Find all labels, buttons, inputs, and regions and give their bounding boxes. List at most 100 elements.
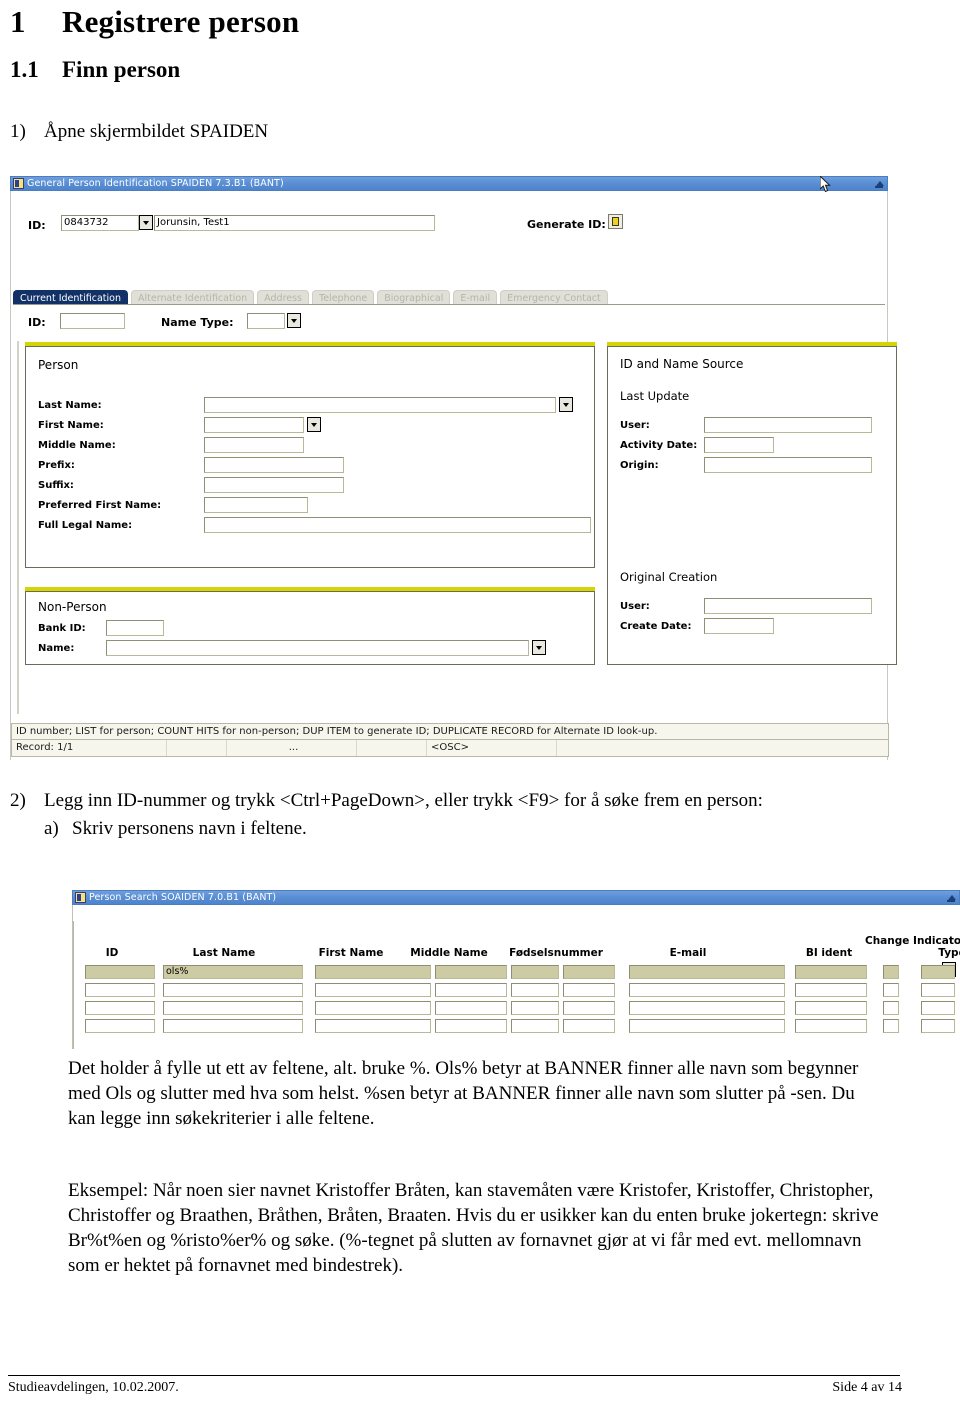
cell-fodselsnummer-b[interactable] — [563, 1001, 615, 1015]
cell-id[interactable] — [85, 965, 155, 979]
status-row: Record: 1/1 ... <OSC> — [11, 740, 889, 757]
status-cell-osc: <OSC> — [427, 740, 557, 756]
cell-last-name[interactable]: ols% — [163, 965, 303, 979]
spaiden-key-block: ID: 0843732 Jorunsin, Test1 Generate ID: — [11, 191, 887, 253]
banner-app-icon — [13, 178, 24, 189]
cell-bi-ident[interactable] — [795, 1019, 867, 1033]
minimize-icon[interactable] — [874, 179, 884, 189]
cell-bi-ident[interactable] — [795, 1001, 867, 1015]
cell-middle-name[interactable] — [435, 1001, 507, 1015]
key-id-input[interactable]: 0843732 — [61, 215, 139, 231]
nonperson-name-input[interactable] — [106, 640, 529, 656]
name-type-input[interactable] — [247, 313, 285, 329]
cell-type[interactable] — [921, 965, 955, 979]
first-name-label: First Name: — [38, 420, 104, 431]
tab-field-row: ID: Name Type: — [11, 311, 887, 339]
cell-change-indicator[interactable] — [883, 1019, 899, 1033]
activity-date-input[interactable] — [704, 437, 774, 453]
cell-middle-name[interactable] — [435, 1019, 507, 1033]
nonperson-name-lov-icon[interactable] — [532, 640, 546, 655]
cell-change-indicator[interactable] — [883, 965, 899, 979]
cell-fodselsnummer-a[interactable] — [511, 965, 559, 979]
spaiden-tab-strip[interactable]: Current Identification Alternate Identif… — [13, 289, 611, 305]
suffix-input[interactable] — [204, 477, 344, 493]
cell-fodselsnummer-a[interactable] — [511, 1019, 559, 1033]
creation-user-input[interactable] — [704, 598, 872, 614]
step-1-number: 1) — [10, 121, 26, 142]
cell-email[interactable] — [629, 1019, 785, 1033]
origin-input[interactable] — [704, 457, 872, 473]
cell-fodselsnummer-a[interactable] — [511, 983, 559, 997]
cell-fodselsnummer-a[interactable] — [511, 1001, 559, 1015]
tab-current-identification[interactable]: Current Identification — [13, 290, 128, 305]
prefix-input[interactable] — [204, 457, 344, 473]
cell-type[interactable] — [921, 1001, 955, 1015]
cell-bi-ident[interactable] — [795, 965, 867, 979]
cell-type[interactable] — [921, 1019, 955, 1033]
cell-first-name[interactable] — [315, 1019, 431, 1033]
spaiden-titlebar[interactable]: General Person Identification SPAIDEN 7.… — [10, 176, 888, 191]
cell-fodselsnummer-b[interactable] — [563, 983, 615, 997]
nonperson-name-label: Name: — [38, 643, 75, 654]
cell-id[interactable] — [85, 1001, 155, 1015]
cell-last-name[interactable] — [163, 1019, 303, 1033]
spaiden-window[interactable]: General Person Identification SPAIDEN 7.… — [10, 176, 897, 760]
tab-telephone[interactable]: Telephone — [312, 290, 375, 305]
soaiden-titlebar[interactable]: Person Search SOAIDEN 7.0.B1 (BANT) — [72, 890, 960, 905]
cell-change-indicator[interactable] — [883, 1001, 899, 1015]
tab-biographical[interactable]: Biographical — [377, 290, 451, 305]
cell-first-name[interactable] — [315, 965, 431, 979]
cell-id[interactable] — [85, 983, 155, 997]
cell-middle-name[interactable] — [435, 965, 507, 979]
spaiden-canvas: Person Last Name: First Name: Middle Nam… — [17, 341, 897, 714]
cell-id[interactable] — [85, 1019, 155, 1033]
source-group-title: ID and Name Source — [620, 357, 744, 371]
name-type-lov-icon[interactable] — [287, 313, 301, 328]
col-middle-name: Middle Name — [410, 947, 488, 959]
soaiden-window[interactable]: Person Search SOAIDEN 7.0.B1 (BANT) ID L… — [72, 890, 960, 1050]
tab-email[interactable]: E-mail — [453, 290, 498, 305]
preferred-first-name-input[interactable] — [204, 497, 308, 513]
tab-id-input[interactable] — [60, 313, 125, 329]
cell-first-name[interactable] — [315, 983, 431, 997]
key-id-lov-icon[interactable] — [139, 215, 153, 230]
middle-name-input[interactable] — [204, 437, 304, 453]
cell-middle-name[interactable] — [435, 983, 507, 997]
col-fodselsnummer: Fødselsnummer — [509, 947, 603, 959]
last-name-lov-icon[interactable] — [559, 397, 573, 412]
last-update-user-input[interactable] — [704, 417, 872, 433]
first-name-input[interactable] — [204, 417, 304, 433]
full-legal-name-input[interactable] — [204, 517, 591, 533]
col-email: E-mail — [669, 947, 707, 959]
last-name-label: Last Name: — [38, 400, 102, 411]
last-name-input[interactable] — [204, 397, 556, 413]
original-creation-title: Original Creation — [620, 570, 718, 584]
spaiden-status-bar: ID number; LIST for person; COUNT HITS f… — [11, 723, 889, 757]
cell-email[interactable] — [629, 965, 785, 979]
create-date-input[interactable] — [704, 618, 774, 634]
tab-emergency-contact[interactable]: Emergency Contact — [500, 290, 608, 305]
cell-fodselsnummer-b[interactable] — [563, 1019, 615, 1033]
id-name-source-group: ID and Name Source Last Update User: Act… — [607, 342, 897, 665]
cell-bi-ident[interactable] — [795, 983, 867, 997]
tab-address[interactable]: Address — [257, 290, 310, 305]
cell-first-name[interactable] — [315, 1001, 431, 1015]
minimize-icon[interactable] — [946, 893, 956, 903]
tab-alternate-identification[interactable]: Alternate Identification — [131, 290, 255, 305]
col-change-indicator: Change Indicator — [865, 935, 960, 947]
cell-change-indicator[interactable] — [883, 983, 899, 997]
cell-last-name[interactable] — [163, 1001, 303, 1015]
cell-type[interactable] — [921, 983, 955, 997]
cell-email[interactable] — [629, 983, 785, 997]
cell-fodselsnummer-b[interactable] — [563, 965, 615, 979]
generate-id-button[interactable] — [608, 214, 623, 229]
first-name-lov-icon[interactable] — [307, 417, 321, 432]
bank-id-input[interactable] — [106, 620, 164, 636]
footer-divider — [8, 1375, 900, 1376]
cell-last-name[interactable] — [163, 983, 303, 997]
section-heading: 1.1 Finn person — [10, 57, 180, 83]
status-message: ID number; LIST for person; COUNT HITS f… — [11, 723, 889, 740]
cell-email[interactable] — [629, 1001, 785, 1015]
document-page: 1 Registrere person 1.1 Finn person 1) Åpne… — [0, 0, 960, 1405]
key-name-input[interactable]: Jorunsin, Test1 — [154, 215, 435, 231]
